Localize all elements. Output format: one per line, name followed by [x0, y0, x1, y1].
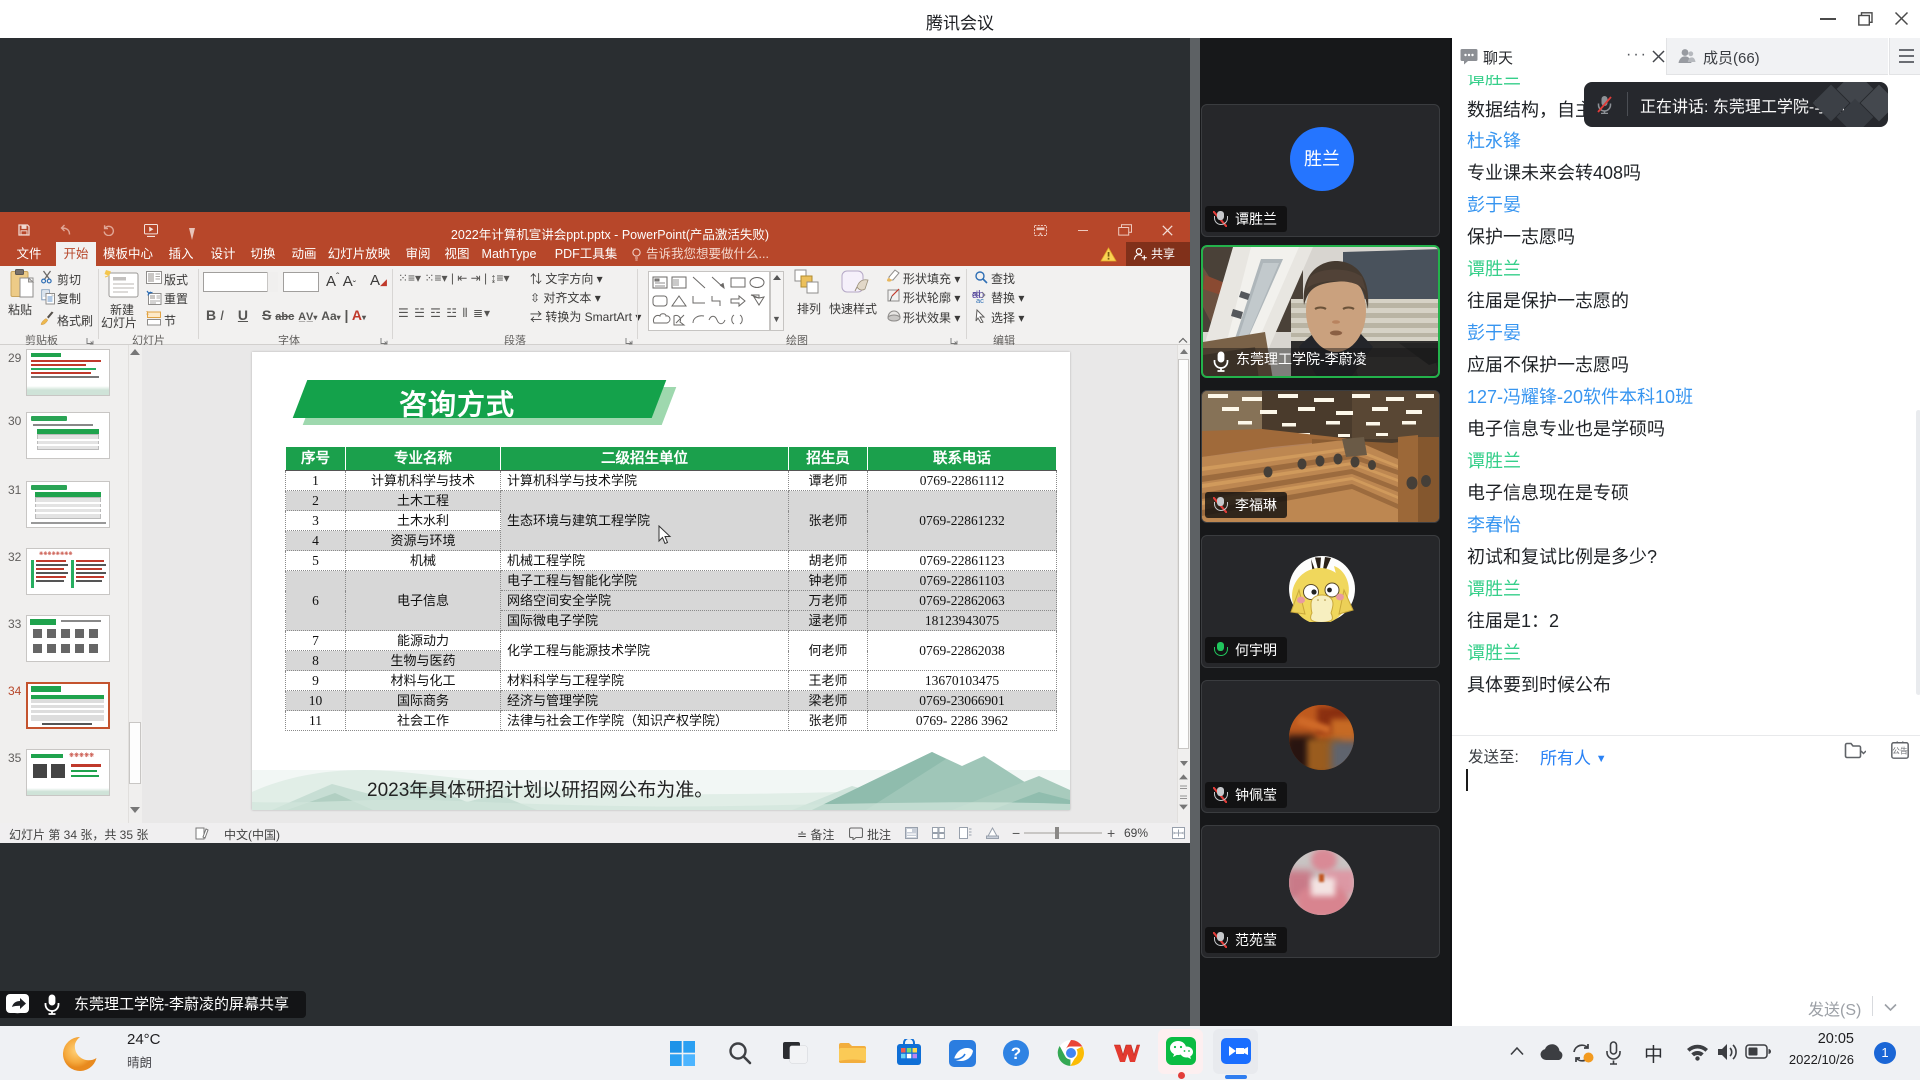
svg-text:公告: 公告 — [1892, 746, 1908, 756]
svg-text:?: ? — [1011, 1044, 1021, 1063]
